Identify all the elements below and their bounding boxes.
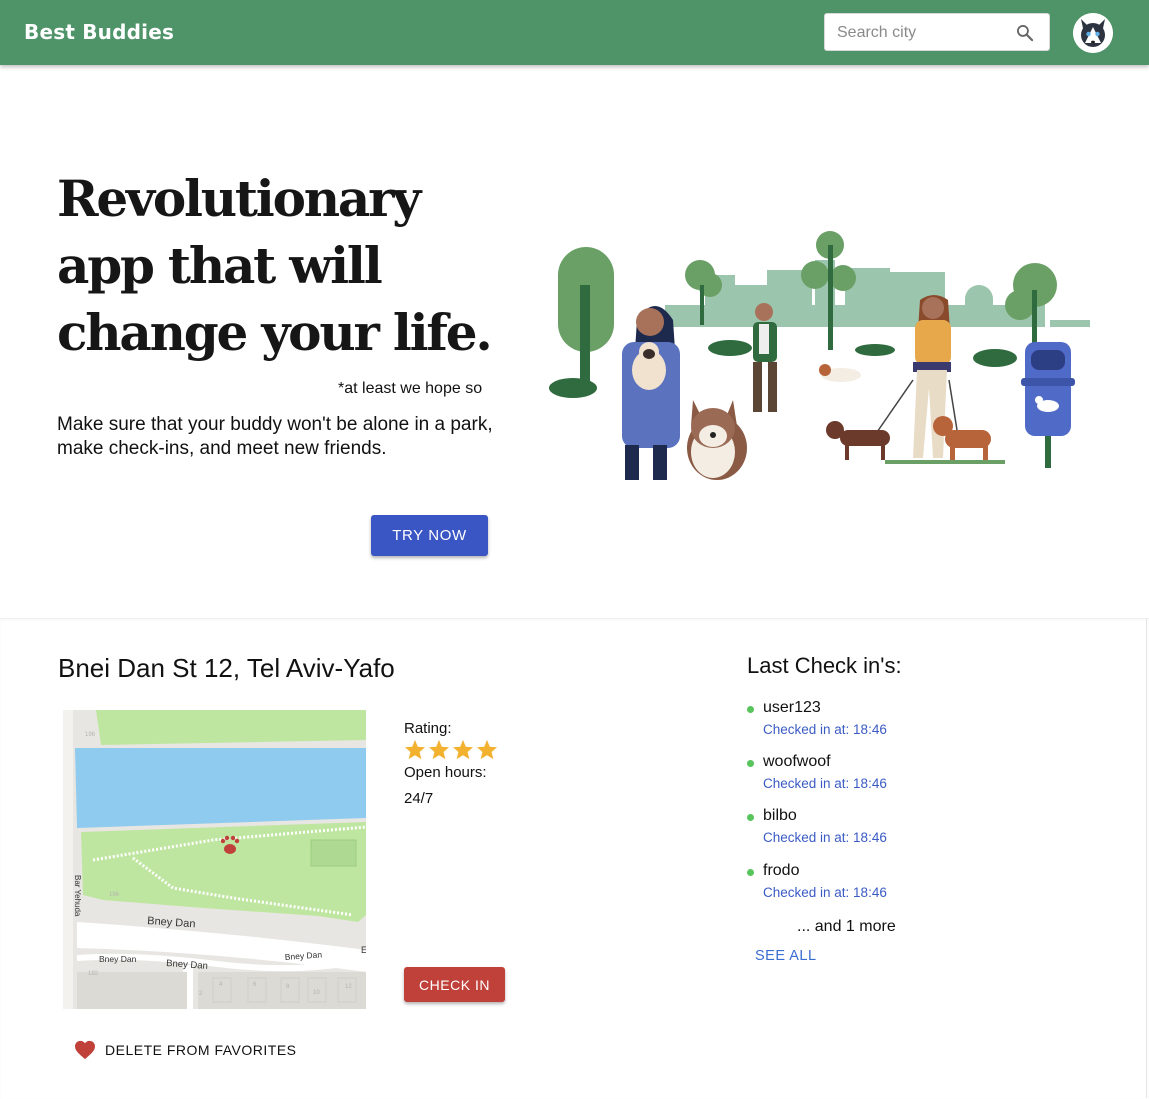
hero-title: Revolutionary app that will change your … — [57, 169, 493, 362]
rating-stars — [404, 739, 500, 765]
app-bar: Best Buddies — [0, 0, 1149, 65]
hours-value: 24/7 — [404, 790, 434, 807]
search-input[interactable] — [837, 22, 1007, 44]
map-street-label: E — [361, 945, 366, 955]
rating-label: Rating: — [404, 720, 452, 737]
brand-logo[interactable]: Best Buddies — [24, 20, 174, 44]
map-number-label: 12 — [345, 984, 352, 990]
checkins-title: Last Check in's: — [747, 653, 902, 678]
online-dot-icon — [747, 869, 754, 876]
heart-icon — [75, 1040, 95, 1060]
delete-favorite-label: DELETE FROM FAVORITES — [105, 1042, 297, 1058]
park-illustration — [549, 231, 1090, 480]
map-number-label: 10 — [313, 990, 320, 996]
checkin-time: Checked in at: 18:46 — [763, 776, 887, 791]
park-map[interactable]: Bney Dan Bney Dan Bney Dan Bney Dan Bar … — [63, 710, 366, 1009]
try-now-button[interactable]: TRY NOW — [371, 515, 488, 556]
star-icon — [476, 739, 498, 760]
search-box[interactable] — [824, 13, 1050, 51]
checkin-user[interactable]: bilbo — [763, 807, 797, 825]
divider — [1146, 618, 1147, 1098]
map-number-label: 196 — [109, 892, 120, 898]
map-number-label: 196 — [85, 732, 96, 738]
checkin-time: Checked in at: 18:46 — [763, 885, 887, 900]
husky-avatar-icon — [1073, 13, 1113, 53]
hero-description: Make sure that your buddy won't be alone… — [57, 414, 493, 459]
hero-note: *at least we hope so — [338, 380, 483, 397]
checkin-time: Checked in at: 18:46 — [763, 830, 887, 845]
map-street-label: Bney Dan — [99, 954, 137, 964]
see-all-link[interactable]: SEE ALL — [755, 948, 817, 964]
star-icon — [428, 739, 450, 760]
checkin-time: Checked in at: 18:46 — [763, 722, 887, 737]
avatar[interactable] — [1073, 13, 1113, 53]
checkin-user[interactable]: frodo — [763, 862, 799, 880]
delete-favorite-button[interactable]: DELETE FROM FAVORITES — [74, 1039, 297, 1061]
online-dot-icon — [747, 760, 754, 767]
hours-label: Open hours: — [404, 764, 487, 781]
online-dot-icon — [747, 706, 754, 713]
checkin-user[interactable]: woofwoof — [763, 753, 831, 771]
checkin-user[interactable]: user123 — [763, 699, 821, 717]
map-number-label: 192 — [88, 971, 99, 977]
more-checkins-text: ... and 1 more — [797, 918, 896, 935]
place-address: Bnei Dan St 12, Tel Aviv-Yafo — [58, 653, 395, 683]
star-icon — [404, 739, 426, 760]
search-icon[interactable] — [1015, 23, 1035, 43]
map-street-label: Bar Yehuda — [73, 875, 82, 917]
check-in-button[interactable]: CHECK IN — [404, 967, 505, 1002]
online-dot-icon — [747, 814, 754, 821]
star-icon — [452, 739, 474, 760]
